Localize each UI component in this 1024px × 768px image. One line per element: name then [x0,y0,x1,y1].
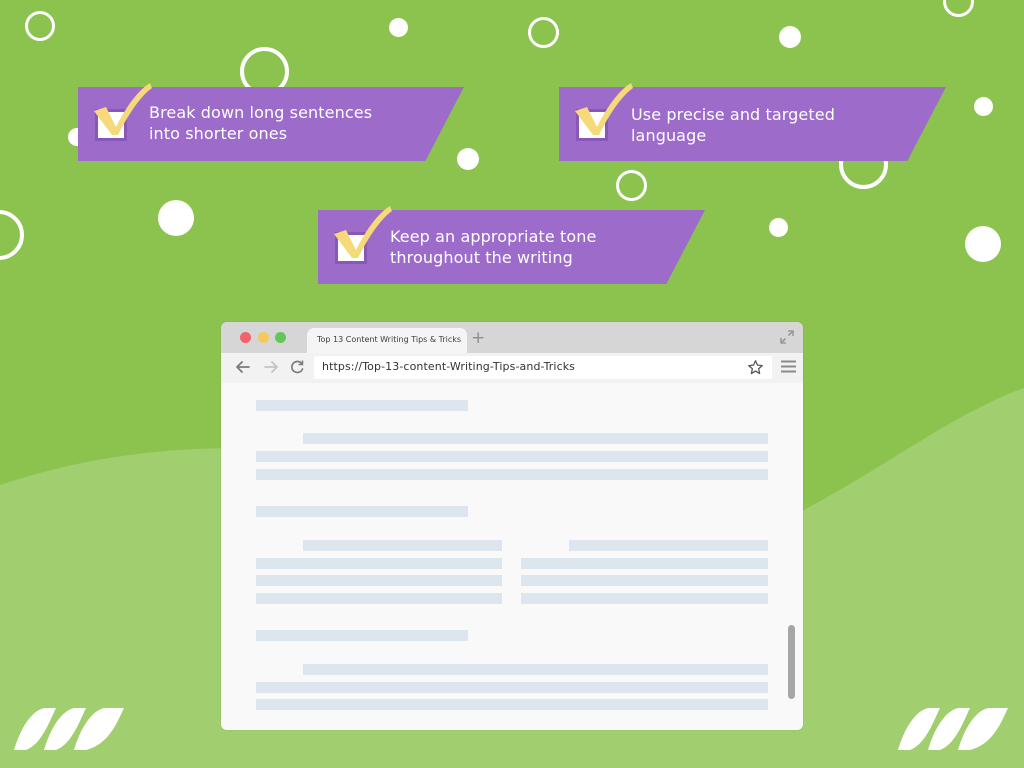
skeleton-line [303,433,768,444]
decor-dot [974,97,993,116]
tip-text: Break down long sentences into shorter o… [149,102,372,144]
skeleton-line [256,593,502,604]
scrollbar-thumb[interactable] [788,625,795,699]
browser-toolbar: https://Top-13-content-Writing-Tips-and-… [221,353,803,383]
skeleton-line [521,575,768,586]
new-tab-button[interactable]: + [471,328,485,348]
skeleton-line [256,575,502,586]
tip-line-1: Use precise and targeted [631,105,835,124]
minimize-window-button[interactable] [258,332,269,343]
skeleton-line [256,451,768,462]
tip-banner-3: Keep an appropriate tone throughout the … [318,206,705,284]
browser-window: Top 13 Content Writing Tips & Tricks + h… [221,322,803,730]
skeleton-line [256,558,502,569]
skeleton-line [256,682,768,693]
brand-stripes-logo [898,708,1008,750]
skeleton-line [569,540,768,551]
skeleton-line [303,540,502,551]
decor-dot [769,218,788,237]
tip-banner-2: Use precise and targeted language [559,83,946,161]
close-window-button[interactable] [240,332,251,343]
arrow-left-icon[interactable] [234,358,252,376]
decor-ring [25,11,55,41]
skeleton-heading [256,506,468,517]
skeleton-heading [256,400,468,411]
checkmark-icon [334,206,392,258]
tip-line-2: throughout the writing [390,248,573,267]
decor-dot [965,226,1001,262]
decor-dot [158,200,194,236]
expand-icon[interactable] [779,329,795,345]
browser-tab[interactable]: Top 13 Content Writing Tips & Tricks [307,328,467,353]
tip-line-2: language [631,126,707,145]
skeleton-line [303,664,768,675]
checkmark-icon [575,83,633,135]
skeleton-line [256,699,768,710]
tip-line-1: Break down long sentences [149,103,373,122]
skeleton-line [256,469,768,480]
star-icon[interactable] [747,359,764,376]
browser-titlebar: Top 13 Content Writing Tips & Tricks + [221,322,803,353]
tip-line-1: Keep an appropriate tone [390,227,597,246]
arrow-right-icon[interactable] [262,358,280,376]
tip-text: Keep an appropriate tone throughout the … [390,226,596,268]
skeleton-line [521,558,768,569]
decor-ring [528,17,559,48]
address-bar[interactable]: https://Top-13-content-Writing-Tips-and-… [314,356,772,379]
decor-ring [616,170,647,201]
brand-stripes-logo [14,708,124,750]
page-content [221,383,803,730]
decor-dot [389,18,408,37]
checkmark-icon [94,83,152,135]
tab-title: Top 13 Content Writing Tips & Tricks [317,335,462,344]
tip-line-2: into shorter ones [149,124,288,143]
tip-banner-1: Break down long sentences into shorter o… [78,83,464,161]
decor-dot [779,26,801,48]
maximize-window-button[interactable] [275,332,286,343]
skeleton-heading [256,630,468,641]
skeleton-line [521,593,768,604]
tip-text: Use precise and targeted language [631,104,835,146]
hamburger-menu-icon[interactable] [781,360,796,373]
reload-icon[interactable] [288,358,306,376]
url-text[interactable]: https://Top-13-content-Writing-Tips-and-… [322,360,575,373]
